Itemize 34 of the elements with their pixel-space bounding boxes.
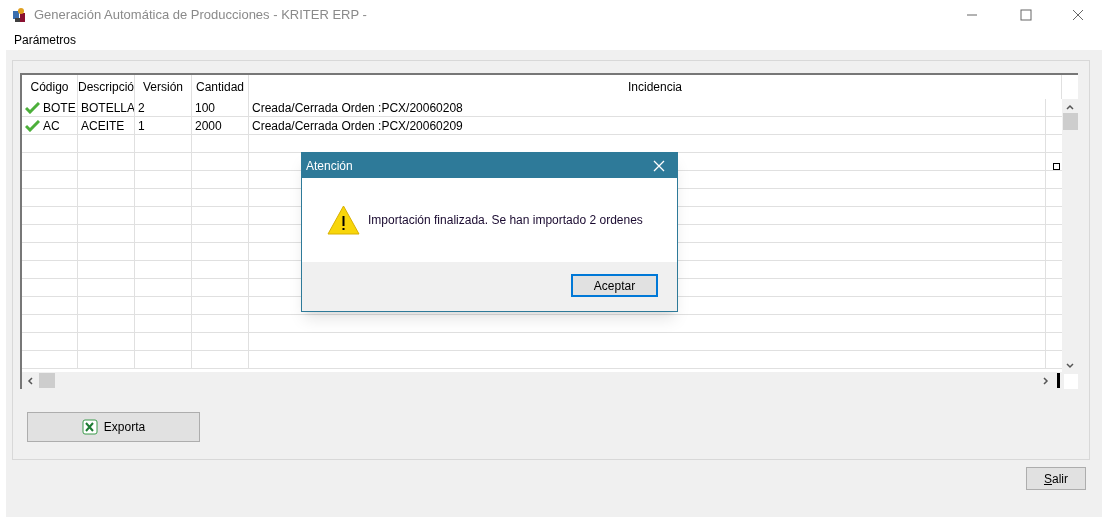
cursor-mark bbox=[1057, 373, 1060, 388]
scroll-down-icon[interactable] bbox=[1066, 363, 1074, 369]
table-cell: Creada/Cerrada Orden :PCX/20060209 bbox=[252, 117, 463, 134]
menu-item[interactable]: Parámetros bbox=[14, 31, 77, 49]
window-title: Generación Automática de Producciones - KRITER ERP - bbox=[34, 6, 367, 25]
app-icon bbox=[12, 7, 28, 23]
exit-button[interactable]: Salir bbox=[1026, 467, 1086, 490]
column-header[interactable]: Versión bbox=[135, 75, 192, 99]
table-cell: AC bbox=[43, 117, 60, 134]
scroll-up-icon[interactable] bbox=[1066, 104, 1074, 110]
column-header[interactable]: Cantidad bbox=[192, 75, 249, 99]
column-header[interactable]: Descripció bbox=[78, 75, 135, 99]
scroll-thumb[interactable] bbox=[39, 373, 55, 388]
column-header[interactable]: Incidencia bbox=[249, 75, 1062, 99]
table-cell: ACEITE bbox=[81, 117, 125, 134]
spreadsheet-icon bbox=[81, 419, 98, 435]
table-cell: 2 bbox=[138, 99, 145, 116]
maximize-icon[interactable] bbox=[1020, 9, 1032, 21]
scroll-right-icon[interactable] bbox=[1043, 376, 1049, 385]
cell-marker-icon bbox=[1053, 163, 1060, 170]
export-button[interactable]: Exporta bbox=[27, 412, 200, 442]
dialog-message: Importación finalizada. Se han importado 2 ordenes bbox=[368, 212, 643, 229]
table-cell: Creada/Cerrada Orden :PCX/20060208 bbox=[252, 99, 463, 116]
table-cell: 1 bbox=[138, 117, 145, 134]
scroll-thumb[interactable] bbox=[1062, 113, 1078, 130]
table-cell: 100 bbox=[195, 99, 216, 116]
accept-button[interactable]: Aceptar bbox=[571, 274, 658, 297]
table-cell: 2000 bbox=[195, 117, 222, 134]
column-header[interactable]: Código bbox=[22, 75, 78, 99]
warning-icon bbox=[327, 204, 360, 236]
close-icon[interactable] bbox=[1072, 9, 1084, 21]
dialog-title: Atención bbox=[306, 157, 353, 175]
table-cell: BOTE bbox=[43, 99, 76, 116]
scroll-left-icon[interactable] bbox=[27, 376, 33, 385]
